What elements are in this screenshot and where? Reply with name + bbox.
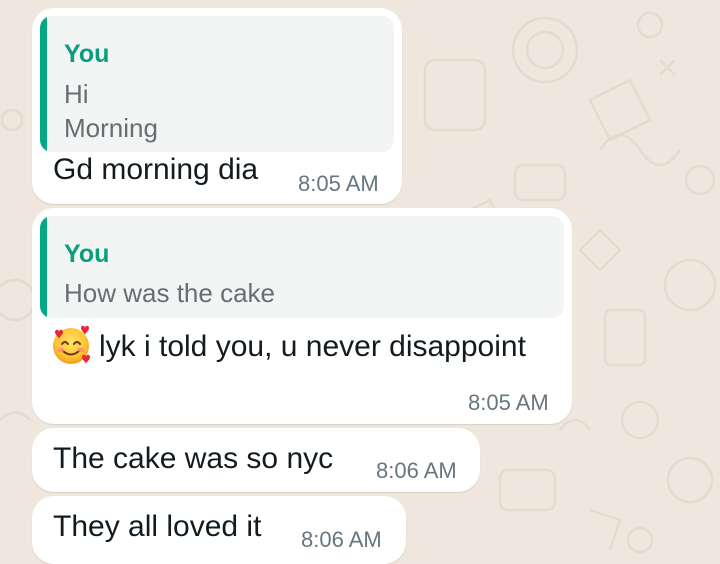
smiling-face-with-hearts-icon (53, 325, 90, 364)
reply-text-line: Hi (64, 79, 89, 109)
message-text: They all loved it (53, 510, 262, 543)
message-bubble[interactable]: You Hi Morning Gd morning dia 8:05 AM (32, 8, 402, 204)
quoted-reply[interactable]: You How was the cake (40, 216, 564, 318)
message-text: The cake was so nyc (53, 442, 334, 475)
message-text: Gd morning dia (53, 153, 259, 186)
message-time: 8:06 AM (376, 458, 457, 483)
reply-accent-bar (40, 216, 47, 318)
reply-text-line: How was the cake (64, 278, 275, 308)
reply-text-line: Morning (64, 113, 158, 143)
message-bubble[interactable]: The cake was so nyc 8:06 AM (32, 428, 480, 492)
message-text: lyk i told you, u never disappoint (99, 330, 526, 363)
reply-author: You (64, 240, 110, 268)
reply-author: You (64, 40, 110, 68)
message-bubble[interactable]: You How was the cake lyk i told you, u n… (32, 208, 572, 424)
reply-accent-bar (40, 16, 47, 152)
quoted-reply[interactable]: You Hi Morning (40, 16, 394, 152)
chat-background: You Hi Morning Gd morning dia 8:05 AM Yo… (0, 0, 720, 564)
message-bubble[interactable]: They all loved it 8:06 AM (32, 496, 406, 564)
message-time: 8:05 AM (298, 171, 379, 196)
message-time: 8:06 AM (301, 527, 382, 552)
message-time: 8:05 AM (468, 390, 549, 415)
